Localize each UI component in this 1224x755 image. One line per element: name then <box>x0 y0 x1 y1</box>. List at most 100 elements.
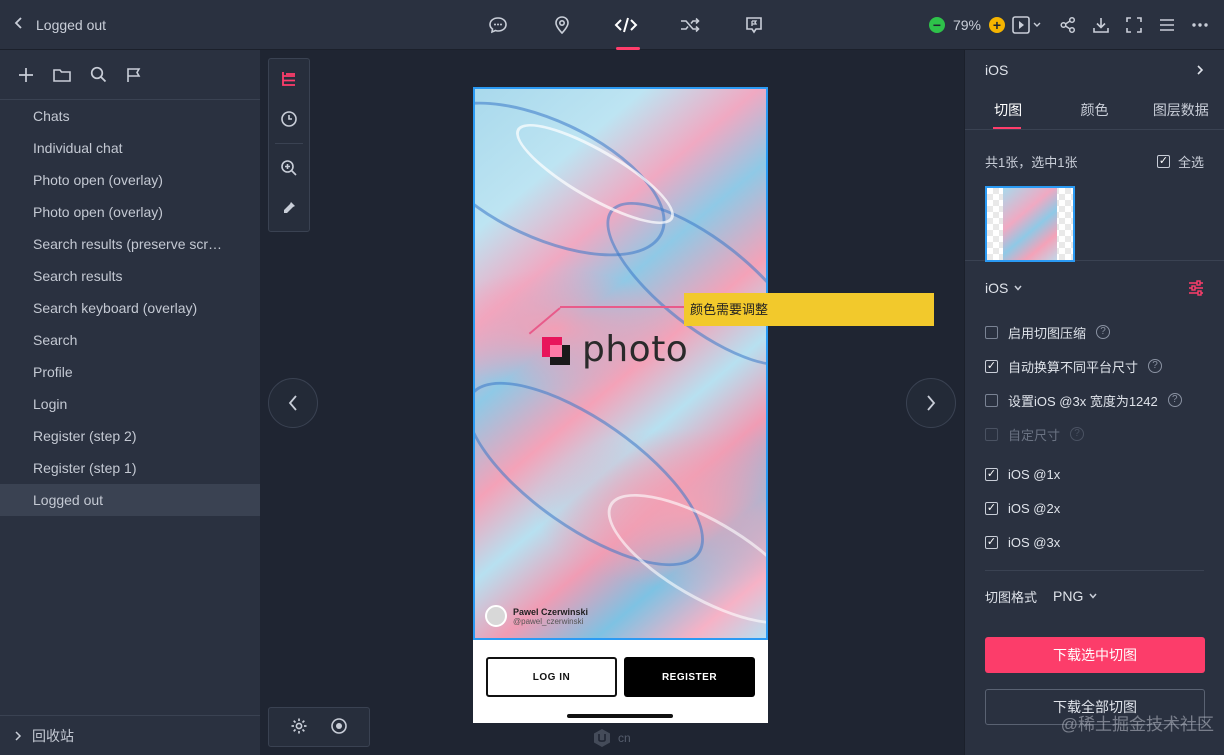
zoom-in-button[interactable]: + <box>989 17 1005 33</box>
page-item[interactable]: Search keyboard (overlay) <box>0 292 260 324</box>
flag-board-icon <box>746 17 762 34</box>
register-button[interactable]: REGISTER <box>624 657 755 697</box>
brand-logo-icon <box>594 729 610 747</box>
share-button[interactable] <box>1051 0 1084 50</box>
search-icon <box>90 66 106 83</box>
author-name: Pawel Czerwinski <box>513 606 589 617</box>
zoom-out-button[interactable]: − <box>928 17 945 33</box>
add-page-button[interactable] <box>8 50 44 100</box>
eye-icon <box>331 717 347 734</box>
settings-button[interactable] <box>290 717 308 738</box>
code-tool-button[interactable] <box>594 0 658 50</box>
platform-header[interactable]: iOS <box>965 50 1224 90</box>
caret-down-icon <box>1014 285 1022 291</box>
more-button[interactable] <box>1183 0 1216 50</box>
author-handle: @pawel_czerwinski <box>513 616 584 626</box>
visibility-button[interactable] <box>330 717 348 738</box>
download-selected-button[interactable]: 下载选中切图 <box>985 637 1205 673</box>
center-toolbar <box>466 0 786 50</box>
history-tool-button[interactable] <box>269 99 309 139</box>
page-item[interactable]: Chats <box>0 100 260 132</box>
help-icon[interactable]: ? <box>1148 359 1163 373</box>
page-item[interactable]: Photo open (overlay) <box>0 196 260 228</box>
trash-label: 回收站 <box>32 727 74 744</box>
scale-2x[interactable]: ✓ iOS @2x <box>965 491 1224 525</box>
slice-count: 共1张，选中1张 <box>985 154 1078 170</box>
page-item[interactable]: Photo open (overlay) <box>0 164 260 196</box>
page-item[interactable]: Profile <box>0 356 260 388</box>
option-compress[interactable]: 启用切图压缩 ? <box>965 315 1224 349</box>
more-dots-icon <box>1191 23 1208 27</box>
artboard-logged-out[interactable]: photo Pawel Czerwinski @pawel_czerwinski… <box>473 87 768 723</box>
comment-tool-button[interactable] <box>466 0 530 50</box>
download-button[interactable] <box>1084 0 1117 50</box>
flag-filter-button[interactable] <box>116 50 152 100</box>
vertical-toolbar <box>268 58 310 232</box>
checkbox[interactable]: ✓ <box>985 359 998 373</box>
select-all-checkbox[interactable]: ✓ 全选 <box>1156 152 1204 171</box>
flag-icon <box>127 67 141 82</box>
checkbox[interactable]: ✓ <box>1156 154 1170 168</box>
sliders-icon[interactable] <box>1188 280 1204 296</box>
background-image[interactable]: photo Pawel Czerwinski @pawel_czerwinski <box>473 87 768 640</box>
divider <box>275 143 303 144</box>
color-picker-tool-button[interactable] <box>269 188 309 228</box>
tab-colors[interactable]: 颜色 <box>1051 90 1137 129</box>
next-page-button[interactable] <box>906 378 956 428</box>
platform-select-row: iOS <box>965 261 1224 315</box>
format-select[interactable]: PNG <box>1053 588 1097 604</box>
page-item[interactable]: Login <box>0 388 260 420</box>
page-item[interactable]: Individual chat <box>0 132 260 164</box>
slice-thumbnail[interactable] <box>985 186 1075 262</box>
page-item[interactable]: Search results <box>0 260 260 292</box>
checkbox[interactable]: ✓ <box>985 535 998 549</box>
prev-page-button[interactable] <box>268 378 318 428</box>
checkbox[interactable]: ✓ <box>985 501 998 515</box>
scale-label: iOS @2x <box>1008 500 1061 516</box>
chevron-left-icon <box>288 395 297 411</box>
help-icon[interactable]: ? <box>1096 325 1111 339</box>
page-item[interactable]: Register (step 1) <box>0 452 260 484</box>
option-ios-3x-width[interactable]: 设置iOS @3x 宽度为1242 ? <box>965 383 1224 417</box>
trash-item[interactable]: 回收站 <box>0 715 260 755</box>
menu-button[interactable] <box>1150 0 1183 50</box>
right-toolbar: − 79% + <box>928 0 1216 50</box>
layers-tree-icon <box>282 72 295 86</box>
scale-3x[interactable]: ✓ iOS @3x <box>965 525 1224 559</box>
platform-select[interactable]: iOS <box>985 280 1022 296</box>
format-value: PNG <box>1053 588 1084 604</box>
layers-tool-button[interactable] <box>269 59 309 99</box>
location-icon <box>555 16 569 35</box>
inspector-panel: iOS 切图 颜色 图层数据 共1张，选中1张 ✓ 全选 iOS 启用切图压缩 … <box>964 50 1224 755</box>
checkbox[interactable] <box>985 325 998 339</box>
tab-slices[interactable]: 切图 <box>965 90 1051 129</box>
tab-layer-data[interactable]: 图层数据 <box>1138 90 1224 129</box>
design-canvas[interactable]: photo Pawel Czerwinski @pawel_czerwinski… <box>260 50 964 755</box>
add-folder-button[interactable] <box>44 50 80 100</box>
watermark-text: cn <box>618 731 631 745</box>
login-button[interactable]: LOG IN <box>486 657 617 697</box>
page-item[interactable]: Register (step 2) <box>0 420 260 452</box>
preview-button[interactable] <box>1005 0 1051 50</box>
location-tool-button[interactable] <box>530 0 594 50</box>
back-button[interactable]: Logged out <box>14 0 106 50</box>
scale-1x[interactable]: ✓ iOS @1x <box>965 457 1224 491</box>
zoom-tool-button[interactable] <box>269 148 309 188</box>
caret-down-icon <box>1089 593 1097 599</box>
annotation-note[interactable]: 颜色需要调整 <box>684 293 934 326</box>
site-watermark: @稀土掘金技术社区 <box>1060 715 1214 734</box>
canvas-watermark: cn <box>592 728 631 748</box>
fullscreen-button[interactable] <box>1117 0 1150 50</box>
page-item[interactable]: Search <box>0 324 260 356</box>
shuffle-tool-button[interactable] <box>658 0 722 50</box>
search-pages-button[interactable] <box>80 50 116 100</box>
page-item[interactable]: Search results (preserve scr… <box>0 228 260 260</box>
page-item-active[interactable]: Logged out <box>0 484 260 516</box>
checkbox[interactable]: ✓ <box>985 467 998 481</box>
help-icon[interactable]: ? <box>1167 393 1182 407</box>
thumbnail-image <box>1003 188 1057 260</box>
logo-text: photo <box>582 329 689 370</box>
option-auto-convert[interactable]: ✓ 自动换算不同平台尺寸 ? <box>965 349 1224 383</box>
checkbox[interactable] <box>985 393 998 407</box>
board-tool-button[interactable] <box>722 0 786 50</box>
